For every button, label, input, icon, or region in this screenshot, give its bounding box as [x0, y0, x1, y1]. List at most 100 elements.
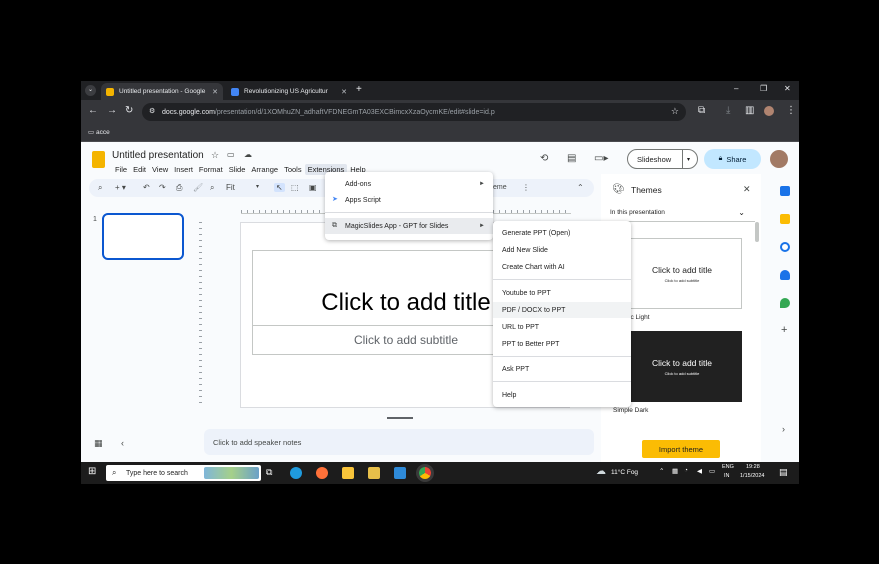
more-menu-icon[interactable]: ⋮ — [786, 106, 796, 116]
volume-icon[interactable]: ◀︎ — [697, 467, 702, 475]
theme-filter-select[interactable]: In this presentation ⌄ — [603, 206, 755, 222]
store-icon[interactable] — [368, 467, 380, 479]
chrome-icon[interactable] — [419, 467, 431, 479]
theme-button[interactable]: eme — [493, 184, 507, 191]
menu-view[interactable]: View — [149, 164, 171, 175]
submenu-pdf-docx-to-ppt[interactable]: PDF / DOCX to PPT — [493, 302, 631, 318]
site-info-icon[interactable]: ⚙ — [149, 107, 155, 115]
bookmark-star-icon[interactable]: ☆ — [671, 106, 679, 117]
speaker-notes[interactable]: Click to add speaker notes — [204, 429, 594, 455]
more-options-icon[interactable]: ⋮ — [522, 183, 530, 192]
notes-resize-handle[interactable] — [387, 417, 413, 419]
theme-card-dark[interactable]: Click to add title Click to add subtitle — [622, 331, 742, 402]
battery-icon[interactable]: ▭ — [709, 467, 715, 475]
tab-revolutionizing[interactable]: Revolutionizing US Agricultur ✕ — [226, 83, 352, 100]
select-cursor-icon[interactable]: ↖ — [274, 183, 285, 192]
reload-icon[interactable]: ↻ — [125, 106, 133, 116]
menu-file[interactable]: File — [112, 164, 130, 175]
task-view-icon[interactable]: ⧉ — [266, 467, 272, 478]
menu-format[interactable]: Format — [196, 164, 226, 175]
collapse-filmstrip-icon[interactable]: ‹ — [121, 438, 124, 448]
submenu-url-to-ppt[interactable]: URL to PPT — [493, 319, 631, 335]
redo-icon[interactable]: ↷ — [159, 183, 166, 192]
avatar[interactable] — [770, 150, 788, 168]
comments-icon[interactable]: ▤ — [567, 153, 576, 164]
paint-format-icon[interactable]: 🖌︎ — [193, 183, 203, 192]
star-icon[interactable]: ☆ — [211, 150, 219, 161]
theme-card-light[interactable]: Click to add title Click to add subtitle — [622, 238, 742, 309]
sidepanel-icon[interactable]: ▥ — [745, 106, 754, 116]
expand-panel-icon[interactable]: › — [782, 424, 785, 434]
file-explorer-icon[interactable] — [342, 467, 354, 479]
menu-slide[interactable]: Slide — [226, 164, 249, 175]
slideshow-dropdown-icon[interactable]: ▾ — [682, 150, 690, 168]
notifications-icon[interactable]: ▤ — [779, 467, 788, 478]
collapse-toolbar-icon[interactable]: ⌃ — [577, 183, 584, 192]
zoom-select[interactable]: Fit ▾ — [226, 183, 260, 192]
weather-text[interactable]: 11°C Fog — [611, 469, 638, 476]
clock-date[interactable]: 1/15/2024 — [740, 473, 764, 479]
document-title[interactable]: Untitled presentation — [112, 150, 204, 161]
tab-search-icon[interactable]: ⌄ — [85, 85, 96, 96]
network-icon[interactable]: ▦ — [672, 467, 678, 475]
submenu-create-chart[interactable]: Create Chart with AI — [493, 259, 631, 275]
tasks-icon[interactable] — [780, 242, 790, 252]
tray-chevron-icon[interactable]: ⌃ — [659, 467, 664, 475]
search-menus-icon[interactable]: ⌕ — [98, 183, 102, 193]
select-area-icon[interactable]: ⬚ — [291, 183, 299, 192]
region-code[interactable]: IN — [724, 473, 730, 479]
themes-scrollbar[interactable] — [755, 222, 759, 242]
slides-logo-icon[interactable] — [92, 151, 105, 168]
wifi-icon[interactable]: ◔ — [684, 467, 688, 474]
grid-view-icon[interactable]: ▦ — [94, 438, 103, 449]
bookmark-item[interactable]: ▭ acce — [88, 128, 110, 136]
menu-item-apps-script[interactable]: ➤ Apps Script — [325, 192, 493, 208]
menu-edit[interactable]: Edit — [130, 164, 149, 175]
download-icon[interactable]: ⤓ — [726, 106, 730, 116]
back-icon[interactable]: ← — [88, 106, 98, 116]
submenu-ask-ppt[interactable]: Ask PPT — [493, 361, 631, 377]
keep-icon[interactable] — [780, 214, 790, 224]
close-tab-icon[interactable]: ✕ — [337, 88, 347, 96]
edge-icon[interactable] — [290, 467, 302, 479]
firefox-icon[interactable] — [316, 467, 328, 479]
import-theme-button[interactable]: Import theme — [642, 440, 720, 458]
submenu-youtube-to-ppt[interactable]: Youtube to PPT — [493, 285, 631, 301]
windows-start-icon[interactable]: ⊞ — [88, 467, 96, 477]
close-window-icon[interactable]: ✕ — [784, 84, 791, 93]
forward-icon[interactable]: → — [107, 106, 117, 116]
calendar-icon[interactable] — [780, 186, 790, 196]
zoom-icon[interactable]: ⌕ — [210, 183, 214, 193]
slide-thumbnail[interactable] — [102, 213, 184, 260]
move-folder-icon[interactable]: ▭ — [227, 150, 235, 159]
submenu-help[interactable]: Help — [493, 387, 631, 403]
menu-item-magicslides[interactable]: ⧉ MagicSlides App - GPT for Slides ► — [325, 218, 493, 234]
restore-icon[interactable]: ❐ — [760, 84, 767, 93]
new-tab-button[interactable]: + — [356, 84, 362, 95]
submenu-generate-ppt[interactable]: Generate PPT (Open) — [493, 225, 631, 241]
history-icon[interactable]: ⟲ — [540, 153, 548, 164]
mail-icon[interactable] — [394, 467, 406, 479]
add-addon-icon[interactable]: + — [781, 324, 787, 336]
taskbar-search-input[interactable]: ⌕ Type here to search — [106, 465, 261, 481]
new-slide-icon[interactable]: + ▾ — [115, 183, 126, 192]
minimize-icon[interactable]: – — [734, 84, 738, 93]
close-tab-icon[interactable]: ✕ — [208, 88, 218, 96]
maps-icon[interactable] — [780, 298, 790, 308]
clock-time[interactable]: 19:28 — [746, 464, 760, 470]
share-button[interactable]: 🔒︎ Share — [704, 149, 761, 169]
menu-item-add-ons[interactable]: Add-ons ► — [325, 176, 493, 192]
menu-arrange[interactable]: Arrange — [248, 164, 281, 175]
slideshow-button[interactable]: Slideshow ▾ — [627, 149, 698, 169]
tab-untitled-presentation[interactable]: Untitled presentation - Google ✕ — [101, 83, 223, 100]
close-themes-icon[interactable]: ✕ — [743, 184, 751, 195]
menu-insert[interactable]: Insert — [171, 164, 196, 175]
submenu-add-new-slide[interactable]: Add New Slide — [493, 242, 631, 258]
contacts-icon[interactable] — [780, 270, 790, 280]
address-bar[interactable]: ⚙ docs.google.com/presentation/d/1XOMhuZ… — [142, 103, 686, 121]
language-code[interactable]: ENG — [722, 464, 734, 470]
image-icon[interactable]: ▣ — [309, 183, 317, 192]
undo-icon[interactable]: ↶ — [143, 183, 150, 192]
submenu-ppt-to-better-ppt[interactable]: PPT to Better PPT — [493, 336, 631, 352]
profile-avatar[interactable] — [764, 106, 774, 116]
